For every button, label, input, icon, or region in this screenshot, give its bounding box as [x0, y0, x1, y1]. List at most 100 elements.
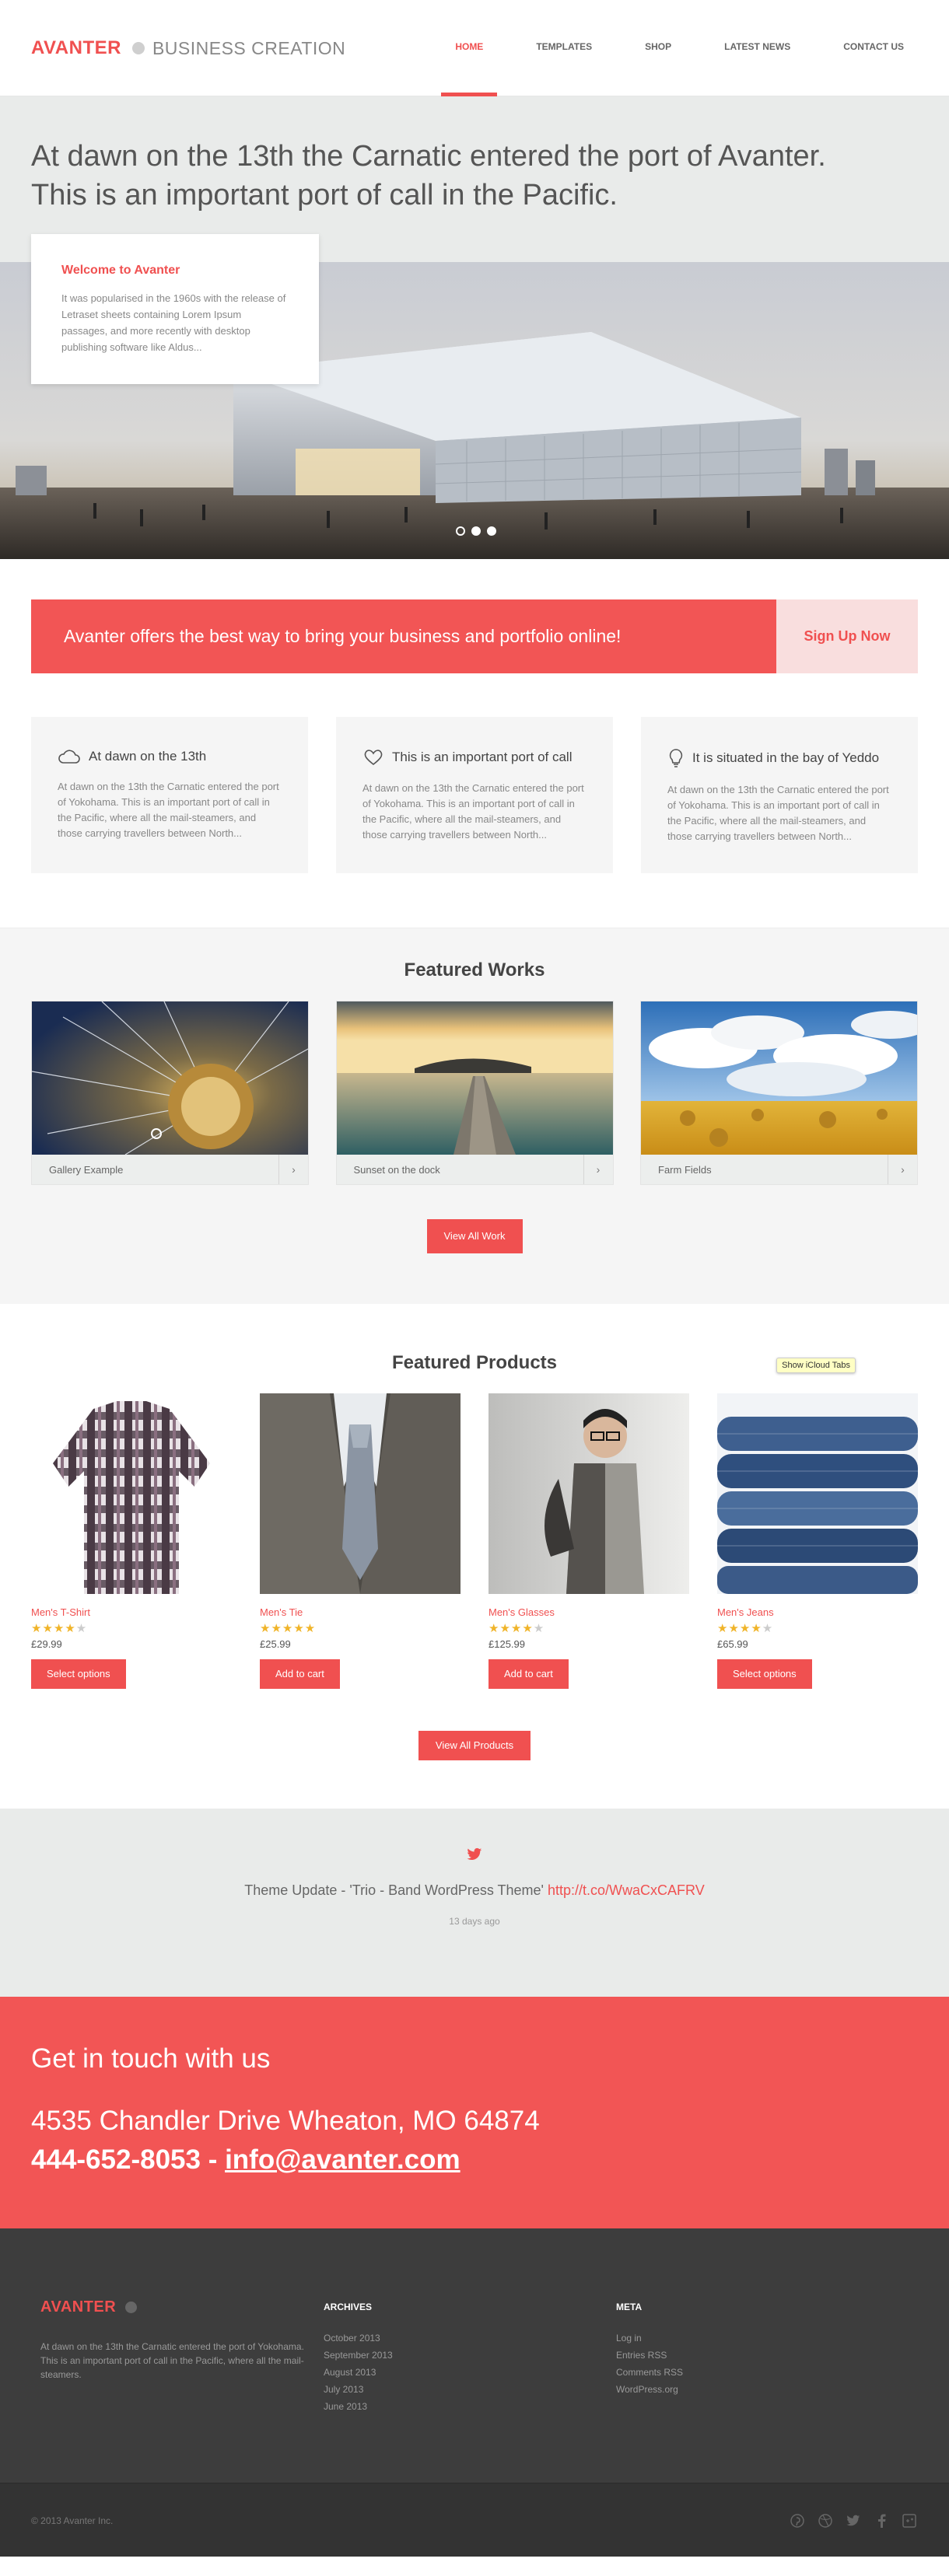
add-to-cart-button[interactable]: Add to cart: [260, 1659, 340, 1689]
archives-heading: ARCHIVES: [324, 2302, 373, 2312]
star-rating: ★★★★★: [260, 1622, 317, 1635]
footer-logo-text: AVANTER: [40, 2298, 117, 2316]
hero-card-text: It was popularised in the 1960s with the…: [61, 292, 286, 353]
footer-meta: META Log in Entries RSS Comments RSS Wor…: [616, 2298, 909, 2415]
nav-home[interactable]: HOME: [441, 0, 498, 96]
chevron-right-icon[interactable]: ›: [888, 1155, 917, 1184]
twitter-icon[interactable]: [467, 1847, 482, 1861]
product-image-jeans[interactable]: [717, 1393, 918, 1594]
add-to-cart-button[interactable]: Add to cart: [489, 1659, 569, 1689]
feature-box: This is an important port of call At daw…: [336, 717, 613, 873]
meta-link[interactable]: WordPress.org: [616, 2381, 909, 2398]
nav-shop[interactable]: SHOP: [631, 0, 685, 96]
meta-heading: META: [616, 2302, 643, 2312]
slider-dot-3[interactable]: [487, 526, 496, 536]
product-name[interactable]: Men's Jeans: [717, 1606, 918, 1618]
pinterest-icon[interactable]: [789, 2512, 806, 2529]
dribbble-icon[interactable]: [817, 2512, 834, 2529]
work-image-dock[interactable]: [336, 1001, 613, 1155]
meta-link[interactable]: Entries RSS: [616, 2347, 909, 2364]
work-card[interactable]: Farm Fields ›: [640, 1001, 918, 1185]
view-all-work-button[interactable]: View All Work: [426, 1219, 523, 1253]
product-card: Men's Tie ★★★★★ £25.99 Add to cart: [260, 1393, 460, 1689]
work-image-dandelion[interactable]: [32, 1001, 308, 1155]
sign-up-button[interactable]: Sign Up Now: [776, 599, 918, 673]
logo-dot-icon: [125, 2302, 138, 2313]
nav-latest-news[interactable]: LATEST NEWS: [710, 0, 804, 96]
work-card[interactable]: Gallery Example ›: [31, 1001, 309, 1185]
footer-archives: ARCHIVES October 2013 September 2013 Aug…: [324, 2298, 616, 2415]
archive-link[interactable]: October 2013: [324, 2330, 616, 2347]
meta-link[interactable]: Log in: [616, 2330, 909, 2347]
archive-link[interactable]: June 2013: [324, 2398, 616, 2415]
feature-box: At dawn on the 13th At dawn on the 13th …: [31, 717, 308, 873]
product-price: £25.99: [260, 1638, 291, 1650]
featured-works-title: Featured Works: [404, 959, 545, 980]
product-price: £65.99: [717, 1638, 748, 1650]
product-name[interactable]: Men's Glasses: [489, 1606, 689, 1618]
tweet-text: Theme Update - 'Trio - Band WordPress Th…: [0, 1882, 949, 1899]
social-links: [789, 2512, 918, 2529]
heart-icon: [364, 750, 383, 766]
main-nav: HOME TEMPLATES SHOP LATEST NEWS CONTACT …: [416, 0, 918, 96]
contact-email-link[interactable]: info@avanter.com: [225, 2144, 460, 2175]
footer-description: At dawn on the 13th the Carnatic entered…: [40, 2341, 304, 2380]
footer-logo[interactable]: AVANTER: [40, 2298, 324, 2316]
meta-link[interactable]: Comments RSS: [616, 2364, 909, 2381]
feature-title: This is an important port of call: [392, 750, 573, 764]
work-title[interactable]: Farm Fields: [641, 1164, 712, 1176]
lightbulb-icon: [669, 749, 683, 767]
slider-dot-1[interactable]: [456, 526, 465, 536]
chevron-right-icon[interactable]: ›: [278, 1155, 308, 1184]
work-title[interactable]: Sunset on the dock: [337, 1164, 440, 1176]
browser-tooltip: Show iCloud Tabs: [776, 1358, 856, 1373]
cloud-icon: [58, 750, 80, 764]
select-options-button[interactable]: Select options: [717, 1659, 812, 1689]
featured-products-section: Featured Products Men's T-Shirt ★★★★★ £2…: [0, 1304, 949, 1809]
logo-tagline: BUSINESS CREATION: [152, 37, 346, 58]
product-card: Men's T-Shirt ★★★★★ £29.99 Select option…: [31, 1393, 232, 1689]
latest-tweet-section: Theme Update - 'Trio - Band WordPress Th…: [0, 1809, 949, 1997]
product-name[interactable]: Men's T-Shirt: [31, 1606, 232, 1618]
slider-dot-2[interactable]: [471, 526, 481, 536]
view-all-products-button[interactable]: View All Products: [418, 1731, 531, 1760]
hero-card-title: Welcome to Avanter: [61, 264, 180, 277]
product-card: Men's Glasses ★★★★★ £125.99 Add to cart: [489, 1393, 689, 1689]
google-plus-icon[interactable]: [901, 2512, 918, 2529]
chevron-right-icon[interactable]: ›: [583, 1155, 613, 1184]
product-name[interactable]: Men's Tie: [260, 1606, 460, 1618]
nav-contact-us[interactable]: CONTACT US: [829, 0, 918, 96]
feature-title: At dawn on the 13th: [89, 749, 207, 764]
logo-dot-icon: [131, 42, 145, 54]
twitter-icon[interactable]: [845, 2512, 862, 2529]
facebook-icon[interactable]: [873, 2512, 890, 2529]
product-image-glasses[interactable]: [489, 1393, 689, 1594]
archive-link[interactable]: September 2013: [324, 2347, 616, 2364]
star-rating: ★★★★★: [489, 1622, 545, 1635]
product-card: Show iCloud Tabs Men's Jeans ★★★★★ £65.9…: [717, 1358, 918, 1689]
select-options-button[interactable]: Select options: [31, 1659, 126, 1689]
archive-link[interactable]: August 2013: [324, 2364, 616, 2381]
hero-section: At dawn on the 13th the Carnatic entered…: [0, 96, 949, 559]
contact-phone: 444-652-8053 -: [31, 2144, 226, 2175]
archive-link[interactable]: July 2013: [324, 2381, 616, 2398]
product-image-tshirt[interactable]: [31, 1393, 232, 1594]
product-price: £125.99: [489, 1638, 525, 1650]
site-logo[interactable]: AVANTER BUSINESS CREATION: [31, 37, 345, 59]
product-image-tie[interactable]: [260, 1393, 460, 1594]
site-header: AVANTER BUSINESS CREATION HOME TEMPLATES…: [0, 0, 949, 96]
feature-text: At dawn on the 13th the Carnatic entered…: [58, 781, 279, 839]
hero-welcome-card: Welcome to Avanter It was popularised in…: [31, 234, 319, 384]
feature-text: At dawn on the 13th the Carnatic entered…: [667, 784, 889, 842]
nav-templates[interactable]: TEMPLATES: [522, 0, 606, 96]
work-image-farm[interactable]: [641, 1001, 917, 1155]
tweet-timestamp: 13 days ago: [449, 1916, 500, 1927]
copyright-text: © 2013 Avanter Inc.: [31, 2515, 114, 2526]
hero-title-line-2: This is an important port of call in the…: [31, 179, 618, 211]
star-rating: ★★★★★: [31, 1622, 88, 1635]
slider-pagination: [456, 526, 496, 536]
tweet-link[interactable]: http://t.co/WwaCxCAFRV: [548, 1882, 705, 1898]
cta-banner: Avanter offers the best way to bring you…: [31, 599, 918, 673]
work-title[interactable]: Gallery Example: [32, 1164, 123, 1176]
work-card[interactable]: Sunset on the dock ›: [335, 1001, 614, 1185]
